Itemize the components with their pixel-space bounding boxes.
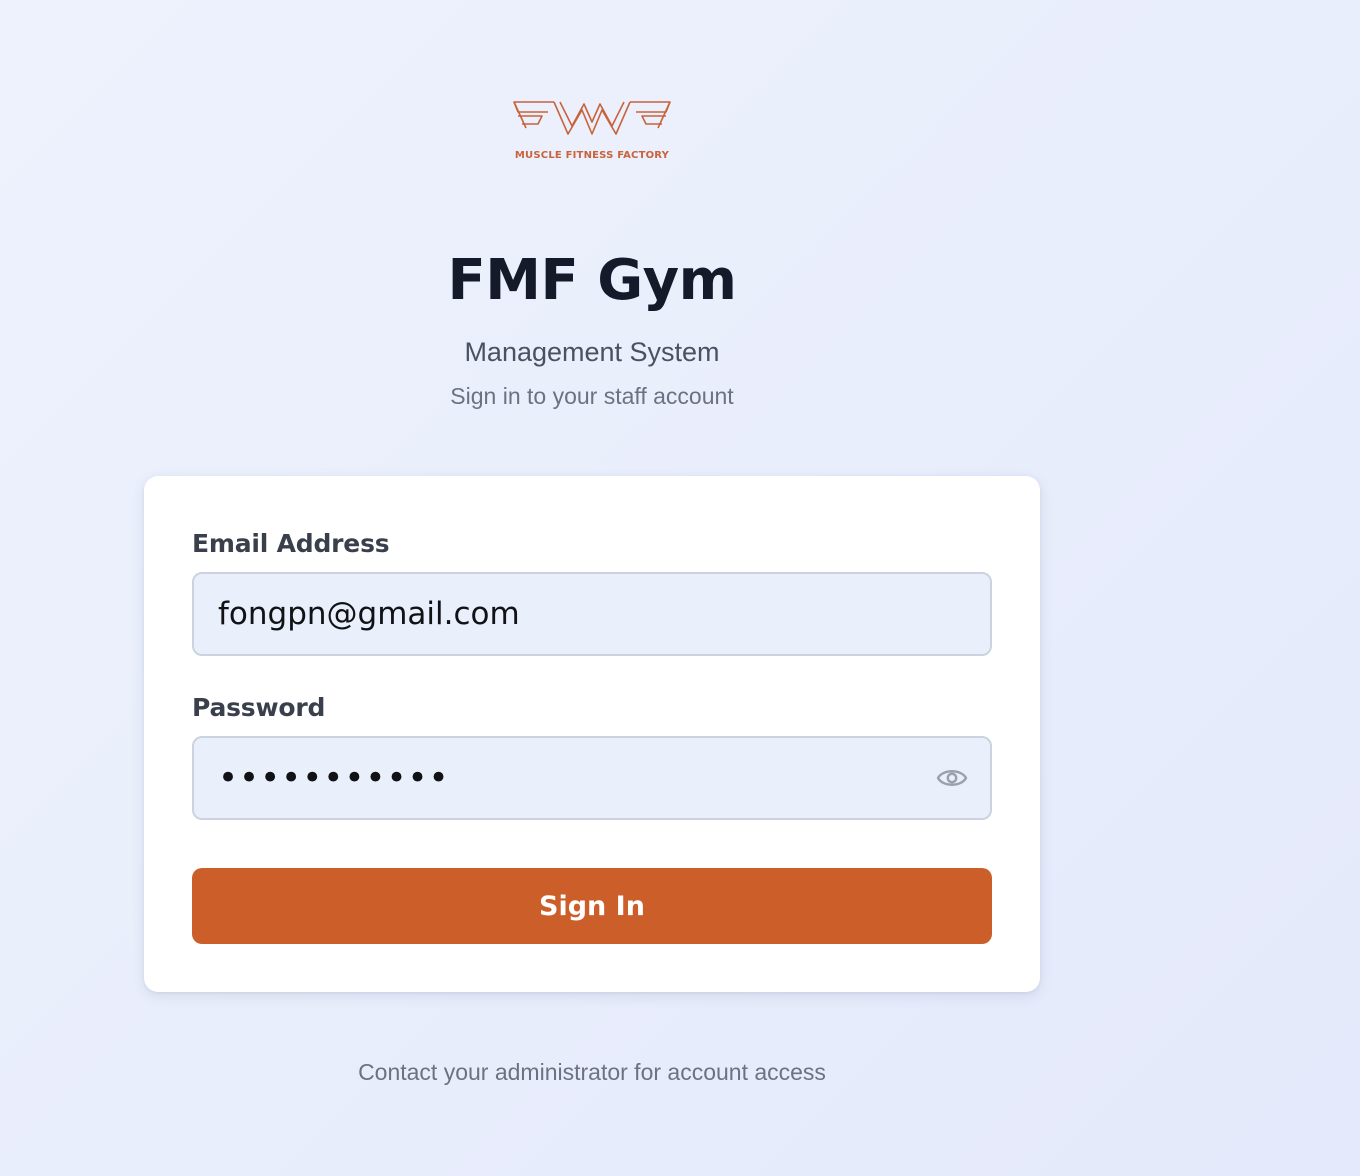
sign-in-prompt: Sign in to your staff account — [450, 383, 734, 409]
fmf-logo-mark — [513, 101, 671, 135]
password-field[interactable] — [194, 738, 990, 818]
email-field[interactable] — [194, 574, 990, 654]
sign-in-button[interactable]: Sign In — [192, 868, 992, 944]
password-field-container — [192, 736, 992, 820]
email-label: Email Address — [192, 529, 390, 558]
brand-logo: MUSCLE FITNESS FACTORY — [512, 98, 672, 166]
logo-text: MUSCLE FITNESS FACTORY — [514, 150, 670, 161]
login-card: Email Address Password Sign In — [144, 476, 1040, 992]
page-title: FMF Gym — [447, 248, 737, 313]
eye-icon[interactable] — [936, 764, 968, 792]
email-field-container — [192, 572, 992, 656]
admin-contact-note: Contact your administrator for account a… — [358, 1059, 826, 1085]
password-label: Password — [192, 693, 326, 722]
page-subtitle: Management System — [464, 337, 720, 367]
